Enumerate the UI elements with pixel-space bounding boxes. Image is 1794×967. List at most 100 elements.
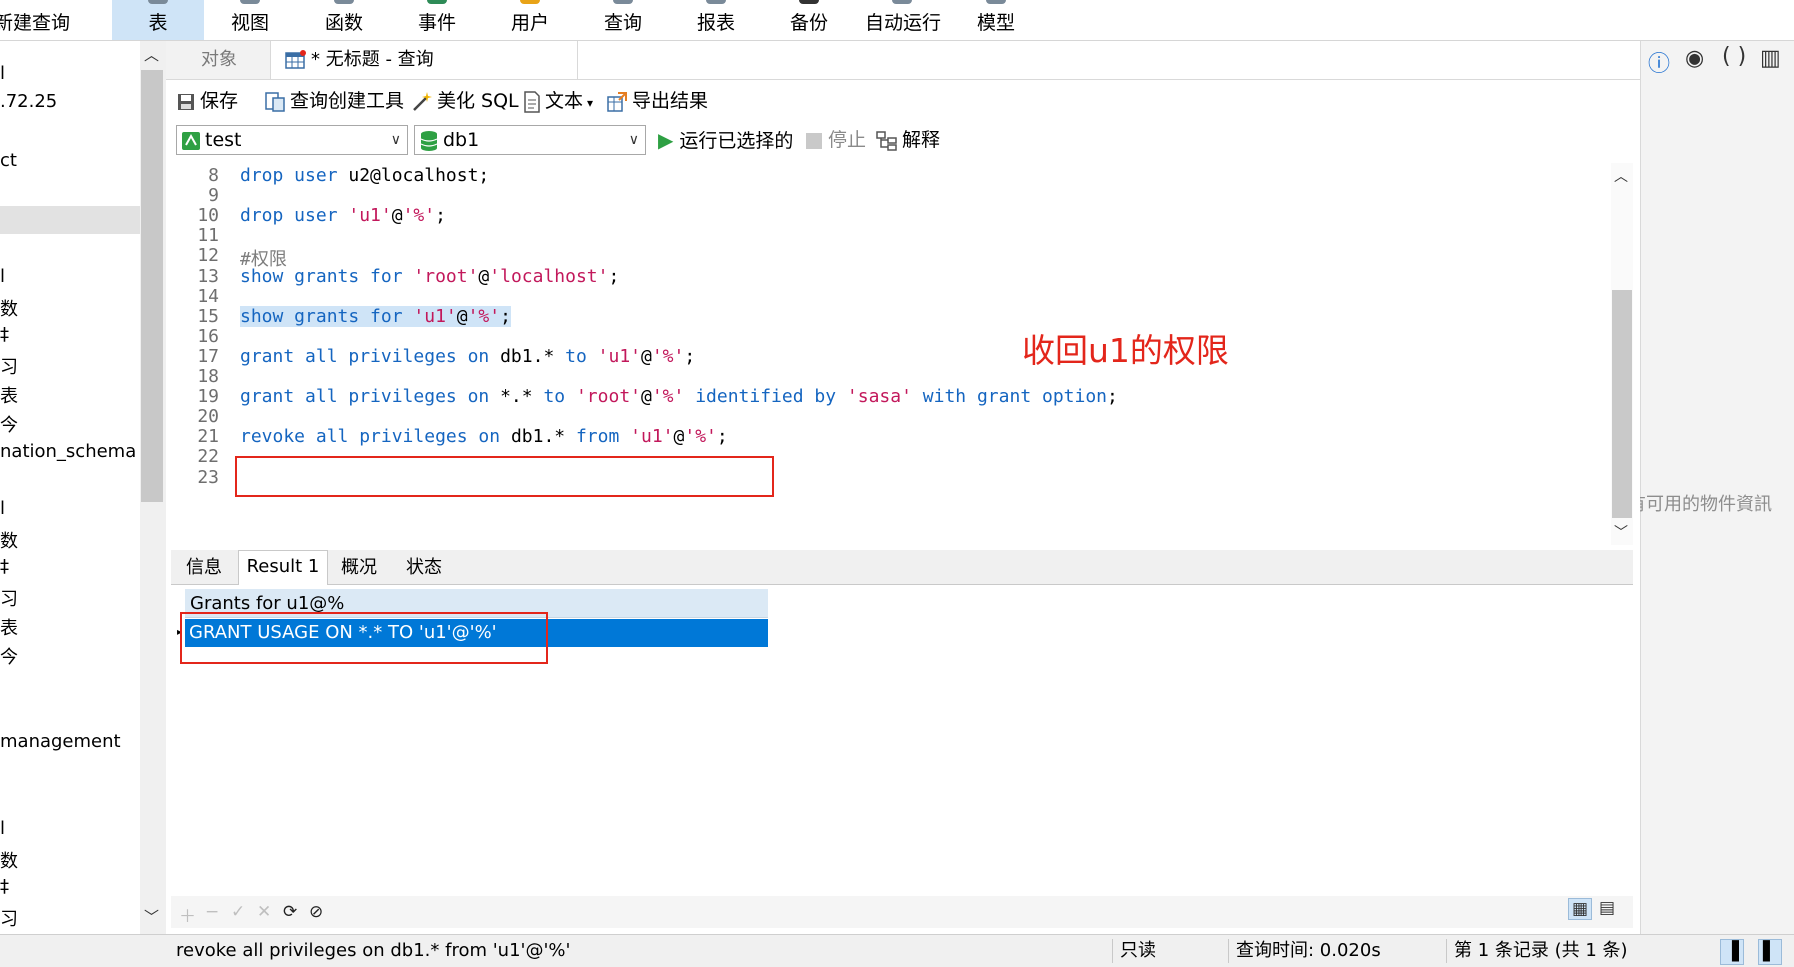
no-object-info-text: 没有可用的物件資訊 (1640, 494, 1772, 515)
nav-item[interactable]: l (0, 266, 5, 287)
nav-item[interactable]: 数 (0, 847, 18, 873)
tab-info[interactable]: 信息 (171, 552, 237, 584)
apply-changes-icon[interactable]: ✓ (231, 902, 245, 922)
ribbon-label: 事件 (417, 12, 456, 34)
code-token: @ (391, 205, 403, 227)
ribbon-label: 视图 (230, 12, 269, 34)
connection-select[interactable]: test ∨ (176, 125, 408, 155)
ribbon-new-query[interactable]: 新建查询 (0, 0, 70, 40)
export-results-button[interactable]: 导出结果 (606, 86, 708, 116)
nav-item[interactable]: 表 (0, 614, 18, 640)
nav-item[interactable]: ‡ (0, 556, 9, 577)
text-document-icon (524, 90, 540, 113)
preview-icon[interactable]: ◉ (1685, 46, 1704, 71)
save-button[interactable]: 保存 (176, 86, 238, 116)
status-records: 第 1 条记录 (共 1 条) (1454, 940, 1628, 961)
split-view-icon[interactable]: ▥ (1760, 46, 1781, 71)
code-line[interactable]: revoke all privileges on db1.* from 'u1'… (240, 426, 728, 447)
nav-item[interactable]: ct (0, 150, 17, 171)
code-token: 'root' (413, 265, 479, 287)
tab-objects[interactable]: 对象 (166, 41, 273, 79)
query-builder-button[interactable]: 查询创建工具 (264, 86, 404, 116)
report-icon (706, 0, 726, 4)
code-token: 'u1' (413, 305, 457, 327)
refresh-icon[interactable]: ⟳ (283, 902, 297, 922)
form-view-icon[interactable]: ▤ (1599, 898, 1615, 918)
chevron-up-icon[interactable]: ︿ (144, 44, 159, 65)
chevron-down-icon[interactable]: ﹀ (1614, 522, 1628, 542)
no-object-info-message: 没有可用的物件資訊 (1640, 490, 1794, 516)
code-line[interactable]: drop user 'u1'@'%'; (240, 205, 446, 226)
nav-item[interactable]: 习 (0, 585, 18, 611)
nav-item[interactable]: 今 (0, 643, 18, 669)
view-icon (240, 0, 260, 4)
run-selected-button[interactable]: ▶ 运行已选择的 (658, 125, 793, 155)
nav-item[interactable]: nation_schema (0, 441, 136, 462)
ribbon-backup[interactable]: 备份 (763, 0, 855, 40)
chevron-up-icon[interactable]: ︿ (1614, 166, 1628, 186)
code-token: @ (456, 305, 468, 327)
tab-query[interactable]: * 无标题 - 查询 (270, 41, 578, 79)
code-token: drop user (240, 165, 349, 186)
nav-item[interactable]: .72.25 (0, 91, 57, 112)
code-line[interactable]: show grants for 'u1'@'%'; (240, 305, 511, 327)
tab-profile[interactable]: 概况 (327, 552, 391, 584)
text-button[interactable]: 文本 ▾ (523, 86, 593, 116)
nav-item[interactable]: 数 (0, 295, 18, 321)
editor-scroll-thumb[interactable] (1612, 290, 1632, 518)
info-icon[interactable]: ⓘ (1648, 46, 1670, 78)
ribbon-report[interactable]: 报表 (670, 0, 762, 40)
database-icon (420, 130, 438, 151)
ribbon-event[interactable]: 事件 (391, 0, 483, 40)
nav-item[interactable]: 今 (0, 411, 18, 437)
stop-button[interactable]: 停止 (806, 125, 866, 155)
nav-item[interactable]: l (0, 818, 5, 839)
delete-record-icon[interactable]: − (205, 902, 219, 922)
query-builder-label: 查询创建工具 (290, 90, 405, 112)
nav-item-selected[interactable] (0, 206, 140, 234)
discard-changes-icon[interactable]: ✕ (257, 902, 271, 922)
nav-item[interactable]: ‡ (0, 876, 9, 897)
code-token: ; (1107, 386, 1118, 408)
database-select[interactable]: db1 ∨ (414, 125, 646, 155)
code-token: ; (608, 265, 620, 287)
line-number: 21 (197, 426, 219, 448)
export-icon (607, 91, 627, 112)
ribbon-view[interactable]: 视图 (204, 0, 296, 40)
toggle-left-panel-icon[interactable]: ▐ (1720, 939, 1744, 965)
nav-item[interactable]: management (0, 731, 121, 752)
stop-label: 停止 (828, 129, 867, 151)
explain-button[interactable]: 解释 (876, 125, 940, 155)
ribbon-query[interactable]: 查询 (577, 0, 669, 40)
grid-view-icon[interactable]: ▦ (1568, 898, 1593, 920)
code-line[interactable]: show grants for 'root'@'localhost'; (240, 266, 619, 287)
nav-item[interactable]: l (0, 63, 5, 84)
ribbon-user[interactable]: 用户 (484, 0, 576, 40)
navigator-scroll-thumb[interactable] (141, 70, 163, 502)
ribbon-function[interactable]: 函数 (298, 0, 390, 40)
ribbon-table[interactable]: 表 (112, 0, 204, 40)
beautify-sql-button[interactable]: 美化 SQL (411, 86, 519, 116)
chevron-down-icon[interactable]: ﹀ (144, 906, 159, 927)
nav-item[interactable]: 数 (0, 527, 18, 553)
ribbon-automation[interactable]: 自动运行 (856, 0, 950, 40)
tab-result-1[interactable]: Result 1 (238, 550, 328, 585)
ddl-icon[interactable]: ( ) (1722, 44, 1746, 69)
nav-item[interactable]: l (0, 498, 5, 519)
code-line[interactable]: grant all privileges on *.* to 'root'@'%… (240, 386, 1118, 407)
toggle-right-panel-icon[interactable]: ▌ (1758, 939, 1782, 965)
nav-item[interactable]: 习 (0, 353, 18, 379)
event-icon (427, 0, 447, 4)
nav-item[interactable]: ‡ (0, 324, 9, 345)
nav-item[interactable]: 表 (0, 382, 18, 408)
line-number: 10 (197, 205, 219, 227)
nav-item[interactable]: 习 (0, 905, 18, 931)
add-record-icon[interactable]: ＋ (179, 902, 196, 927)
code-line[interactable]: drop user u2@localhost; (240, 165, 489, 186)
save-label: 保存 (200, 90, 239, 112)
tab-status[interactable]: 状态 (392, 552, 456, 584)
code-line[interactable]: grant all privileges on db1.* to 'u1'@'%… (240, 346, 695, 367)
query-tab-icon (285, 50, 306, 69)
stop-query-icon[interactable]: ⊘ (309, 902, 323, 922)
ribbon-model[interactable]: 模型 (950, 0, 1042, 40)
